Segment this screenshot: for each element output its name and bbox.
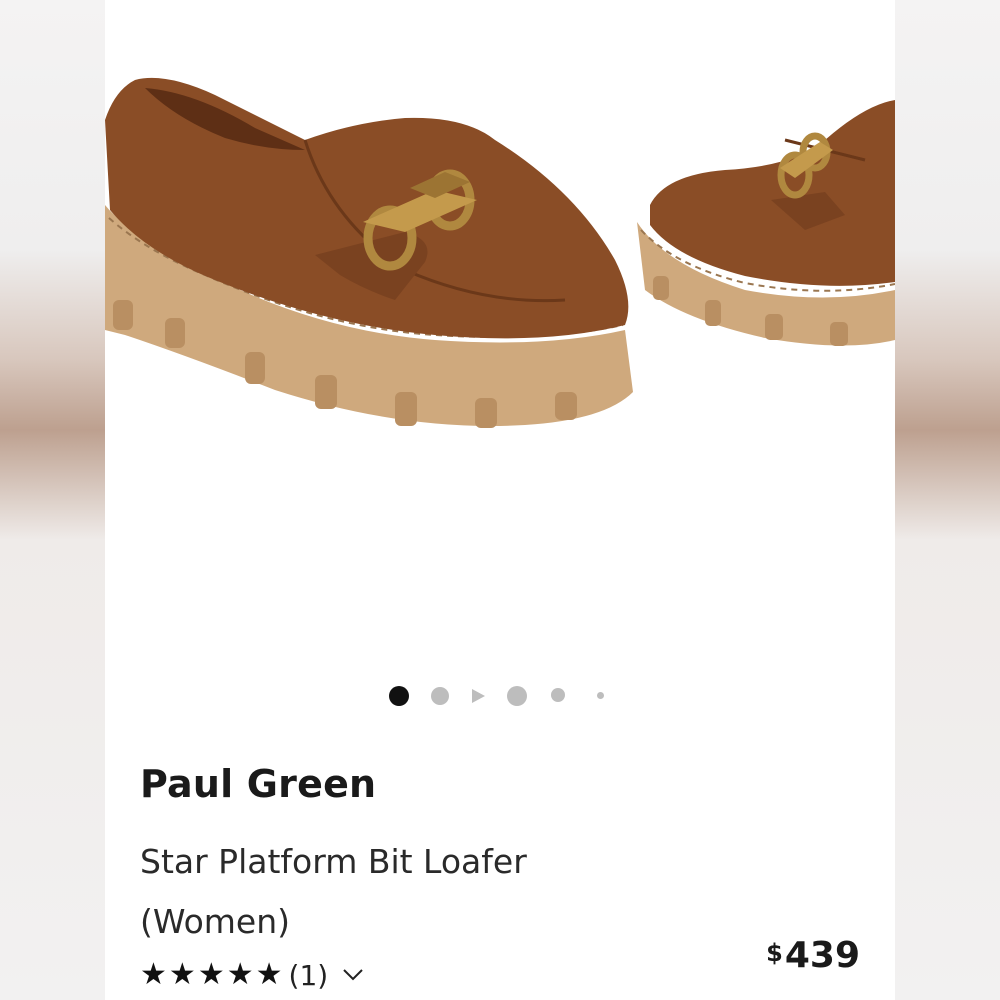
price-amount: 439 bbox=[784, 935, 860, 976]
star-rating: ★ ★ ★ ★ ★ bbox=[140, 960, 283, 990]
gallery-dot-5[interactable] bbox=[597, 692, 604, 699]
product-image bbox=[105, 77, 895, 428]
background-blur-right bbox=[895, 0, 1000, 1000]
gallery-dot-3[interactable] bbox=[507, 686, 527, 706]
gallery-pagination bbox=[105, 684, 895, 710]
background-blur-left bbox=[0, 0, 105, 1000]
product-image-gallery[interactable] bbox=[105, 0, 895, 660]
price: $ 439 bbox=[766, 935, 860, 976]
price-currency: $ bbox=[766, 939, 783, 967]
gallery-dot-2[interactable] bbox=[431, 687, 449, 705]
star-icon: ★ bbox=[140, 957, 167, 992]
loafer-main bbox=[105, 77, 633, 428]
star-icon: ★ bbox=[255, 957, 283, 992]
review-count: (1) bbox=[288, 958, 329, 992]
star-icon: ★ bbox=[197, 957, 225, 992]
chevron-down-icon[interactable] bbox=[342, 968, 364, 982]
star-icon: ★ bbox=[168, 957, 196, 992]
gallery-dot-4[interactable] bbox=[551, 688, 565, 702]
product-name: Star Platform Bit Loafer (Women) bbox=[140, 842, 527, 941]
brand-name[interactable]: Paul Green bbox=[140, 762, 376, 806]
rating-summary[interactable]: ★ ★ ★ ★ ★ (1) bbox=[140, 955, 364, 995]
star-icon: ★ bbox=[226, 957, 254, 992]
product-card: Paul Green Star Platform Bit Loafer (Wom… bbox=[105, 0, 895, 1000]
loafer-secondary bbox=[637, 100, 895, 346]
gallery-dot-1[interactable] bbox=[389, 686, 409, 706]
play-icon[interactable] bbox=[469, 687, 487, 705]
